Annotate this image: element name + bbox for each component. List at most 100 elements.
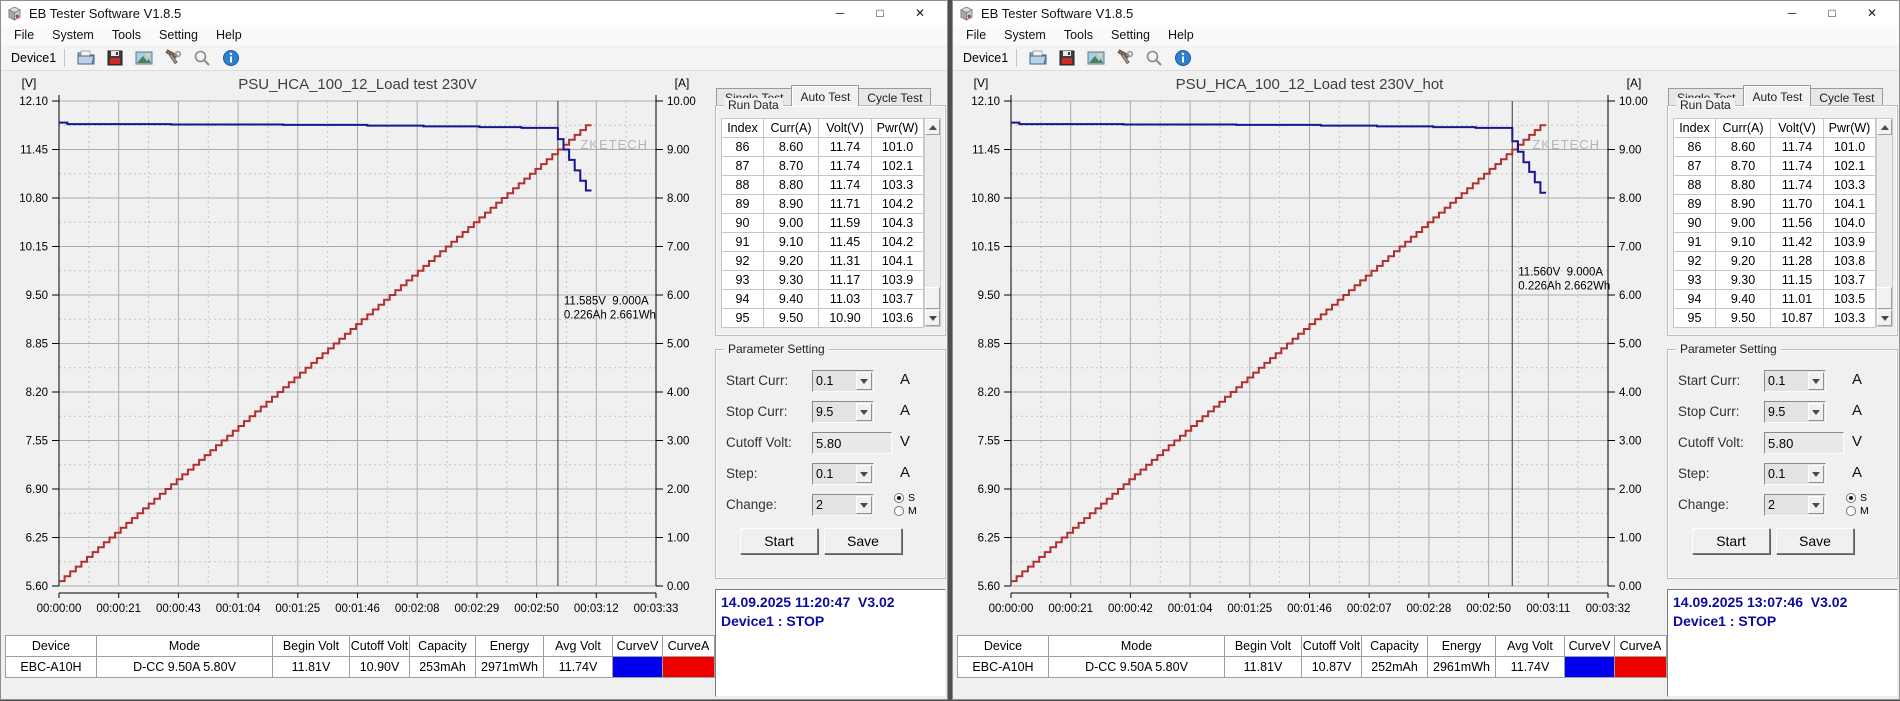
maximize-icon[interactable]: □ bbox=[871, 6, 889, 20]
radio-icon[interactable] bbox=[894, 493, 904, 503]
parameter-combobox[interactable]: 0.1 bbox=[812, 463, 874, 485]
x-tick-label: 00:01:04 bbox=[1168, 603, 1213, 615]
parameter-combobox[interactable]: 9.5 bbox=[1764, 401, 1826, 423]
scroll-down-icon[interactable] bbox=[1877, 310, 1892, 326]
radio-icon[interactable] bbox=[1846, 506, 1856, 516]
minimize-icon[interactable]: ─ bbox=[831, 6, 849, 20]
current-curve bbox=[1011, 125, 1546, 581]
radio-option[interactable]: M bbox=[1846, 504, 1869, 517]
tab-auto-test[interactable]: Auto Test bbox=[1743, 85, 1811, 106]
parameter-input[interactable]: 5.80 bbox=[1764, 432, 1844, 454]
save-icon[interactable] bbox=[105, 48, 125, 68]
toolbar: Device1 bbox=[1, 45, 947, 71]
menu-help[interactable]: Help bbox=[1159, 27, 1203, 43]
summary-table-wrap: DeviceModeBegin VoltCutoff VoltCapacityE… bbox=[5, 635, 714, 678]
tab-auto-test[interactable]: Auto Test bbox=[791, 85, 859, 106]
zoom-icon[interactable] bbox=[1144, 48, 1164, 68]
chevron-down-icon[interactable] bbox=[856, 403, 872, 421]
radio-icon[interactable] bbox=[894, 506, 904, 516]
start-button[interactable]: Start bbox=[740, 528, 818, 554]
info-icon[interactable] bbox=[221, 48, 241, 68]
voltage-curve bbox=[1011, 123, 1546, 193]
menu-setting[interactable]: Setting bbox=[150, 27, 207, 43]
open-file-icon[interactable] bbox=[1028, 48, 1048, 68]
menu-tools[interactable]: Tools bbox=[1055, 27, 1102, 43]
run-data-scrollbar[interactable] bbox=[924, 118, 941, 327]
menu-tools[interactable]: Tools bbox=[103, 27, 150, 43]
x-tick-label: 00:01:25 bbox=[1227, 603, 1272, 615]
save-button[interactable]: Save bbox=[824, 528, 902, 554]
x-tick-label: 00:03:12 bbox=[574, 603, 619, 615]
save-button[interactable]: Save bbox=[1776, 528, 1854, 554]
chevron-down-icon[interactable] bbox=[1808, 496, 1824, 514]
parameter-combobox[interactable]: 9.5 bbox=[812, 401, 874, 423]
chart[interactable]: 12.1011.4510.8010.159.508.858.207.556.90… bbox=[1, 71, 714, 631]
radio-option[interactable]: S bbox=[894, 491, 917, 504]
run-data-row: 868.6011.74101.0 bbox=[1674, 138, 1876, 157]
chevron-down-icon[interactable] bbox=[856, 372, 872, 390]
scrollbar-thumb[interactable] bbox=[1877, 287, 1892, 309]
run-data-cell: 11.74 bbox=[1771, 157, 1824, 176]
summary-col-header: Mode bbox=[97, 636, 273, 657]
parameter-combobox[interactable]: 0.1 bbox=[812, 370, 874, 392]
parameter-combobox[interactable]: 2 bbox=[812, 494, 874, 516]
chevron-down-icon[interactable] bbox=[1808, 372, 1824, 390]
close-icon[interactable]: ✕ bbox=[1863, 6, 1881, 20]
run-data-group-label: Run Data bbox=[724, 98, 783, 112]
run-data-group: Run Data Index Curr(A) Volt(V) Pwr(W) 86… bbox=[1667, 105, 1898, 336]
x-tick-label: 00:01:46 bbox=[1287, 603, 1332, 615]
y-right-tick-label: 6.00 bbox=[1619, 290, 1641, 302]
chevron-down-icon[interactable] bbox=[856, 465, 872, 483]
menu-system[interactable]: System bbox=[43, 27, 103, 43]
menu-file[interactable]: File bbox=[957, 27, 995, 43]
menu-setting[interactable]: Setting bbox=[1102, 27, 1159, 43]
image-export-icon[interactable] bbox=[1086, 48, 1106, 68]
radio-option[interactable]: M bbox=[894, 504, 917, 517]
tab-cycle-test[interactable]: Cycle Test bbox=[858, 88, 931, 106]
chevron-down-icon[interactable] bbox=[1808, 465, 1824, 483]
close-icon[interactable]: ✕ bbox=[911, 6, 929, 20]
run-data-cell: 11.15 bbox=[1771, 271, 1824, 290]
open-file-icon[interactable] bbox=[76, 48, 96, 68]
chart[interactable]: 12.1011.4510.8010.159.508.858.207.556.90… bbox=[953, 71, 1666, 631]
parameter-combobox[interactable]: 0.1 bbox=[1764, 370, 1826, 392]
cursor-annotation: 11.585V 9.000A bbox=[564, 296, 649, 308]
run-data-cell: 88 bbox=[1674, 176, 1716, 195]
scroll-up-icon[interactable] bbox=[1877, 119, 1892, 135]
start-button[interactable]: Start bbox=[1692, 528, 1770, 554]
save-icon[interactable] bbox=[1057, 48, 1077, 68]
device-selector[interactable]: Device1 bbox=[7, 49, 65, 67]
image-export-icon[interactable] bbox=[134, 48, 154, 68]
menu-help[interactable]: Help bbox=[207, 27, 251, 43]
run-data-cell: 8.70 bbox=[1716, 157, 1771, 176]
info-icon[interactable] bbox=[1173, 48, 1193, 68]
parameter-combobox[interactable]: 2 bbox=[1764, 494, 1826, 516]
y-left-tick-label: 6.25 bbox=[978, 533, 1000, 545]
parameter-input[interactable]: 5.80 bbox=[812, 432, 892, 454]
scroll-down-icon[interactable] bbox=[925, 310, 940, 326]
maximize-icon[interactable]: □ bbox=[1823, 6, 1841, 20]
chevron-down-icon[interactable] bbox=[856, 496, 872, 514]
minimize-icon[interactable]: ─ bbox=[1783, 6, 1801, 20]
menu-system[interactable]: System bbox=[995, 27, 1055, 43]
menu-file[interactable]: File bbox=[5, 27, 43, 43]
app-icon bbox=[959, 6, 974, 21]
cursor-annotation: 11.560V 9.000A bbox=[1518, 267, 1603, 279]
parameter-label: Cutoff Volt: bbox=[726, 435, 792, 450]
parameter-setting-group-label: Parameter Setting bbox=[724, 342, 829, 356]
radio-option[interactable]: S bbox=[1846, 491, 1869, 504]
radio-icon[interactable] bbox=[1846, 493, 1856, 503]
title-bar: EB Tester Software V1.8.5 ─ □ ✕ bbox=[1, 1, 947, 25]
parameter-combobox[interactable]: 0.1 bbox=[1764, 463, 1826, 485]
tab-cycle-test[interactable]: Cycle Test bbox=[1810, 88, 1883, 106]
zoom-icon[interactable] bbox=[192, 48, 212, 68]
scrollbar-thumb[interactable] bbox=[925, 287, 940, 309]
y-right-axis-label: [A] bbox=[675, 76, 690, 90]
scroll-up-icon[interactable] bbox=[925, 119, 940, 135]
device-selector[interactable]: Device1 bbox=[959, 49, 1017, 67]
tools-icon[interactable] bbox=[163, 48, 183, 68]
run-data-scrollbar[interactable] bbox=[1876, 118, 1893, 327]
run-data-row: 939.3011.17103.9 bbox=[722, 271, 924, 290]
tools-icon[interactable] bbox=[1115, 48, 1135, 68]
chevron-down-icon[interactable] bbox=[1808, 403, 1824, 421]
